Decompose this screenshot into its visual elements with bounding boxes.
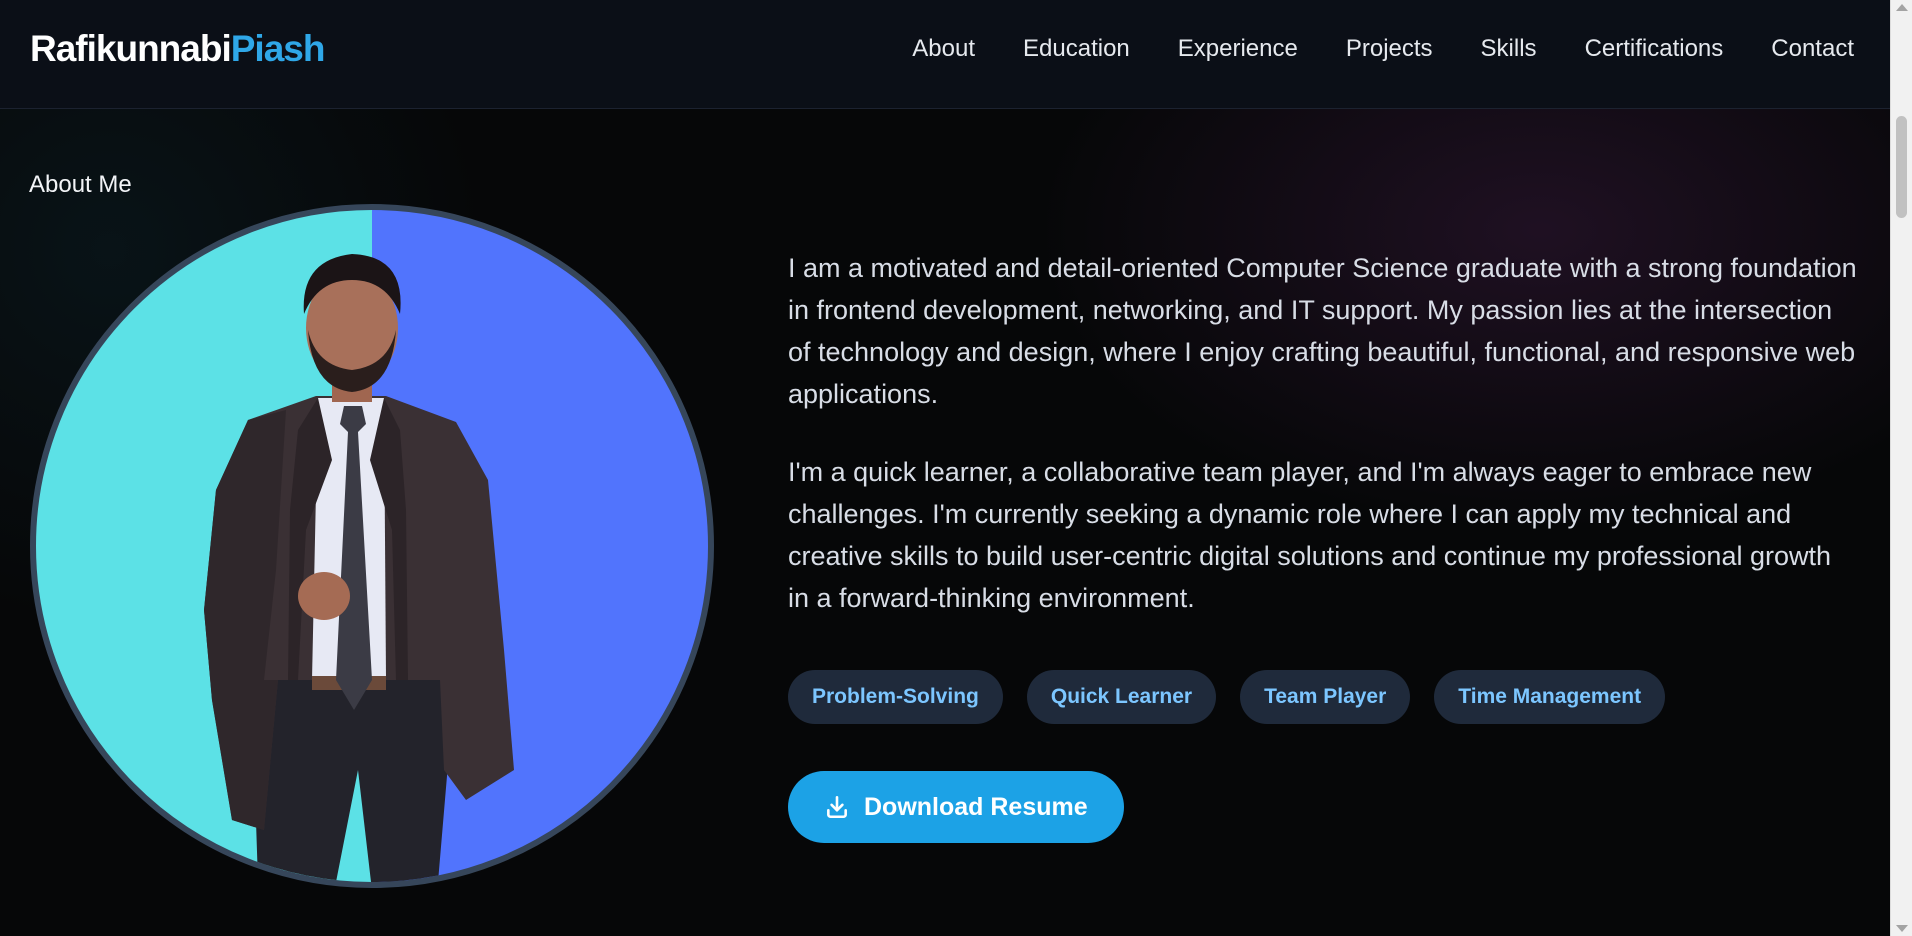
navbar: RafikunnabiPiash About Education Experie… — [0, 0, 1890, 109]
section-title: About Me — [29, 171, 132, 198]
scroll-thumb[interactable] — [1896, 116, 1907, 218]
about-paragraph-2: I'm a quick learner, a collaborative tea… — [788, 457, 1832, 613]
nav-item-certifications: Certifications — [1585, 34, 1724, 64]
download-resume-button[interactable]: Download Resume — [788, 771, 1124, 843]
download-icon — [824, 794, 850, 820]
scrollbar[interactable] — [1890, 0, 1912, 936]
download-resume-label: Download Resume — [864, 792, 1088, 821]
nav-item-experience: Experience — [1178, 34, 1298, 64]
about-text: I am a motivated and detail-oriented Com… — [788, 247, 1858, 655]
nav-links: About Education Experience Projects Skil… — [912, 34, 1854, 64]
brand-first-name: Rafikunnabi — [30, 28, 232, 69]
page: RafikunnabiPiash About Education Experie… — [0, 0, 1912, 936]
about-paragraph-1: I am a motivated and detail-oriented Com… — [788, 253, 1857, 409]
nav-link-skills[interactable]: Skills — [1481, 35, 1537, 62]
nav-link-about[interactable]: About — [912, 35, 975, 62]
tag-time-management: Time Management — [1434, 670, 1666, 724]
nav-link-contact[interactable]: Contact — [1771, 35, 1854, 62]
nav-item-about: About — [912, 34, 975, 64]
nav-link-certifications[interactable]: Certifications — [1585, 35, 1724, 62]
brand-logo[interactable]: RafikunnabiPiash — [30, 28, 326, 70]
person-illustration — [204, 254, 514, 882]
scroll-up-icon[interactable] — [1896, 4, 1908, 11]
trait-tags: Problem-Solving Quick Learner Team Playe… — [788, 670, 1666, 724]
tag-quick-learner: Quick Learner — [1026, 670, 1217, 724]
nav-item-projects: Projects — [1346, 34, 1433, 64]
brand-last-name: Piash — [230, 28, 326, 69]
nav-item-contact: Contact — [1771, 34, 1854, 64]
nav-link-projects[interactable]: Projects — [1346, 35, 1433, 62]
nav-link-education[interactable]: Education — [1023, 35, 1130, 62]
tag-problem-solving: Problem-Solving — [788, 670, 1003, 724]
tag-team-player: Team Player — [1240, 670, 1411, 724]
nav-link-experience[interactable]: Experience — [1178, 35, 1298, 62]
nav-item-skills: Skills — [1481, 34, 1537, 64]
profile-photo — [30, 204, 714, 888]
scroll-down-icon[interactable] — [1896, 925, 1908, 932]
nav-item-education: Education — [1023, 34, 1130, 64]
